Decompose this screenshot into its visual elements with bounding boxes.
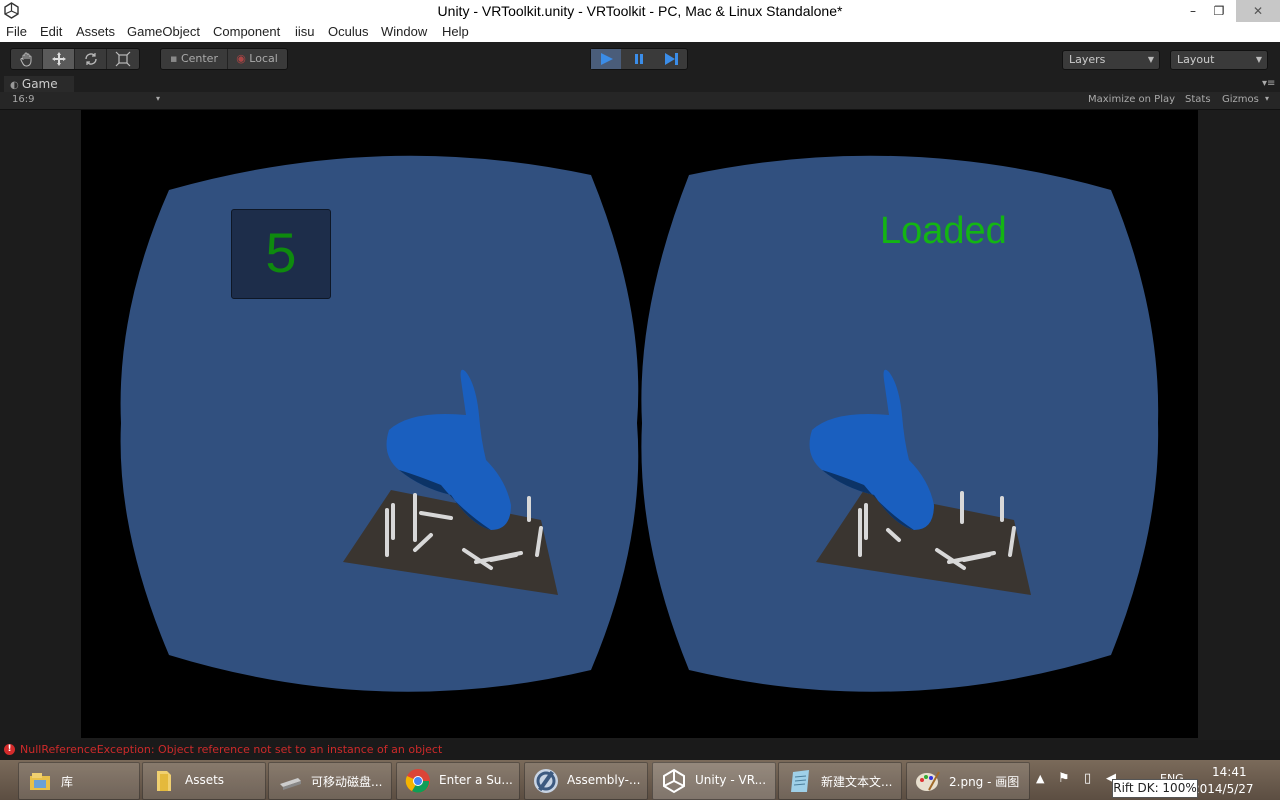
move-tool-button[interactable] [43,49,75,69]
hand-tool-button[interactable] [11,49,43,69]
taskbar-item-unity[interactable]: Unity - VR... [652,762,776,800]
stereo-render [120,155,1159,692]
maximize-button[interactable]: ❐ [1206,0,1232,22]
monodevelop-icon [534,769,558,793]
layout-label: Layout [1177,53,1215,66]
paint-icon [916,771,940,791]
title-bar: Unity - VRToolkit.unity - VRToolkit - PC… [0,0,1280,22]
pivot-center-button[interactable]: ▪ Center [161,49,228,69]
menu-gameobject[interactable]: GameObject [127,24,200,39]
rotate-tool-button[interactable] [75,49,107,69]
play-icon [601,53,613,65]
taskbar-item-assets[interactable]: Assets [142,762,266,800]
play-button[interactable] [591,49,621,69]
hand-icon [19,52,31,67]
chevron-down-icon: ▾ [1265,94,1270,103]
chevron-down-icon: ▾ [156,94,161,103]
menu-help[interactable]: Help [442,24,469,39]
pivot-local-button[interactable]: ◉ Local [228,49,286,69]
game-view-toolbar: 16:9 ▾ Maximize on Play Stats Gizmos ▾ [0,92,1280,110]
taskbar-item-notepad[interactable]: 新建文本文... [778,762,902,800]
scale-tool-button[interactable] [107,49,138,69]
clock-date[interactable]: 2014/5/27 [1192,782,1254,796]
globe-icon: ◉ [236,52,250,65]
menu-file[interactable]: File [6,24,27,39]
menu-assets[interactable]: Assets [76,24,115,39]
error-icon: ! [4,744,15,755]
tab-bar [0,76,1280,92]
network-icon[interactable]: ▯ [1084,771,1091,786]
move-icon [51,52,66,66]
menu-iisu[interactable]: iisu [295,24,315,39]
menu-edit[interactable]: Edit [40,24,62,39]
flag-icon[interactable]: ⚑ [1058,771,1070,786]
left-eye-lens [120,155,639,692]
clock-time[interactable]: 14:41 [1212,765,1247,779]
menu-bar: File Edit Assets GameObject Component ii… [0,22,1280,42]
layout-dropdown[interactable]: Layout ▼ [1170,50,1268,70]
notepad-icon [791,770,809,792]
stats-toggle[interactable]: Stats [1185,94,1211,105]
counter-value: 5 [265,221,297,284]
aspect-dropdown[interactable]: 16:9 [12,94,34,105]
pause-button[interactable] [624,49,654,69]
toolbar: ▪ Center ◉ Local Layers ▼ Layout ▼ [0,42,1280,76]
pivot-local-label: Local [249,52,278,65]
taskbar-item-monodevelop[interactable]: Assembly-... [524,762,648,800]
pause-icon [635,54,643,64]
chevron-down-icon: ▼ [1255,55,1262,64]
taskbar-item-chrome[interactable]: Enter a Su... [396,762,520,800]
layers-label: Layers [1069,53,1106,66]
maximize-on-play-toggle[interactable]: Maximize on Play [1088,94,1175,105]
minimize-button[interactable]: – [1180,0,1206,22]
status-label: Loaded [880,210,1007,252]
taskbar-item-removable-disk[interactable]: 可移动磁盘... [268,762,392,800]
gizmos-dropdown[interactable]: Gizmos [1222,94,1259,105]
menu-window[interactable]: Window [381,24,427,39]
pivot-toggles: ▪ Center ◉ Local [160,48,288,70]
scale-icon [115,51,130,67]
menu-component[interactable]: Component [213,24,280,39]
window-title: Unity - VRToolkit.unity - VRToolkit - PC… [437,3,843,19]
taskbar-item-paint[interactable]: 2.png - 画图 [906,762,1030,800]
close-button[interactable]: ✕ [1236,0,1280,22]
taskbar-item-library[interactable]: 库 [18,762,140,800]
folder-icon [157,771,171,791]
drive-icon [280,778,301,790]
layers-dropdown[interactable]: Layers ▼ [1062,50,1160,70]
chrome-icon [405,769,430,793]
tab-menu-icon[interactable]: ▾≡ [1262,78,1275,89]
tray-expand-icon[interactable]: ▲ [1036,772,1044,785]
tray-tooltip: Rift DK: 100% [1112,779,1198,798]
step-button[interactable] [656,49,686,69]
tab-game-label: Game [21,77,58,91]
pivot-center-label: Center [180,52,218,65]
console-error-message[interactable]: NullReferenceException: Object reference… [20,743,442,756]
unity-icon [663,768,685,794]
play-controls [590,48,688,70]
step-icon [665,53,678,65]
transform-tools [10,48,140,70]
chevron-down-icon: ▼ [1147,55,1154,64]
game-icon: ◐ [10,80,22,91]
menu-oculus[interactable]: Oculus [328,24,368,39]
tab-game[interactable]: ◐ Game [4,76,74,92]
rotate-icon [84,53,97,65]
library-icon [30,773,50,790]
game-view[interactable] [81,110,1198,738]
